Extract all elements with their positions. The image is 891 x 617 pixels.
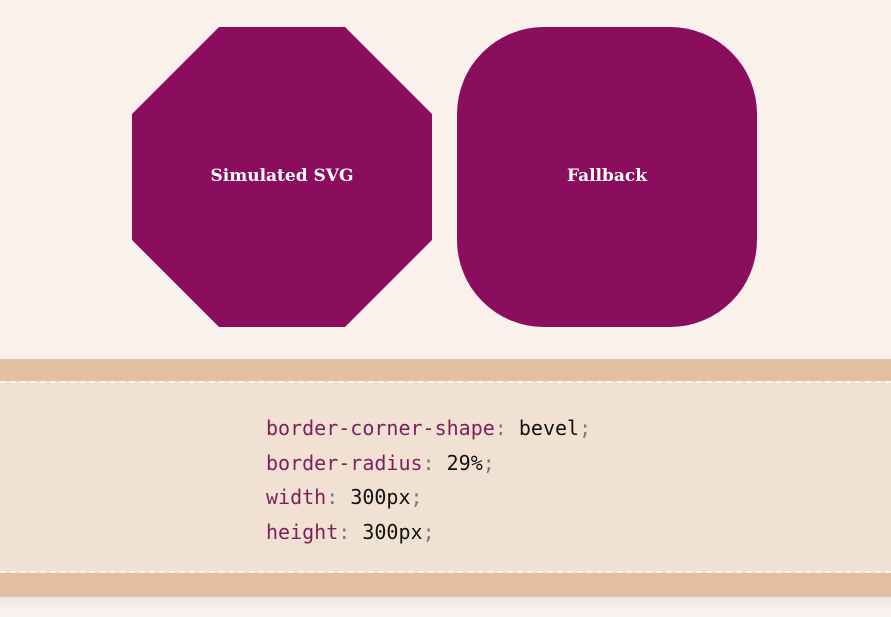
css-property: height <box>266 519 339 544</box>
css-value: 300px <box>350 485 411 509</box>
colon: : <box>326 485 351 509</box>
fallback-label: Fallback <box>566 166 648 186</box>
code-line: border-radius: 29%; <box>266 446 591 481</box>
semicolon: ; <box>482 450 495 475</box>
semicolon: ; <box>579 416 592 440</box>
colon: : <box>338 519 363 544</box>
semicolon: ; <box>422 519 435 544</box>
code-line: height: 300px; <box>266 515 591 550</box>
code-block: border-corner-shape: bevel; border-radius… <box>0 381 891 573</box>
semicolon: ; <box>410 485 423 509</box>
code-panel: border-corner-shape: bevel; border-radius… <box>0 359 891 597</box>
fallback-rounded-square: Fallback <box>457 27 757 327</box>
css-property: border-corner-shape <box>266 416 495 440</box>
bottom-strip <box>0 597 891 617</box>
simulated-svg-octagon: Simulated SVG <box>132 27 432 327</box>
css-code: border-corner-shape: bevel; border-radius… <box>266 411 591 549</box>
simulated-svg-label: Simulated SVG <box>210 166 354 186</box>
css-value: 29% <box>446 450 483 475</box>
demo-area: Simulated SVG Fallback <box>0 0 891 359</box>
css-value: 300px <box>362 519 423 544</box>
colon: : <box>494 416 519 440</box>
css-property: width <box>266 485 327 509</box>
css-property: border-radius <box>266 450 423 475</box>
code-line: border-corner-shape: bevel; <box>266 411 591 446</box>
colon: : <box>422 450 447 475</box>
css-value: bevel <box>518 416 580 440</box>
code-line: width: 300px; <box>266 480 591 515</box>
